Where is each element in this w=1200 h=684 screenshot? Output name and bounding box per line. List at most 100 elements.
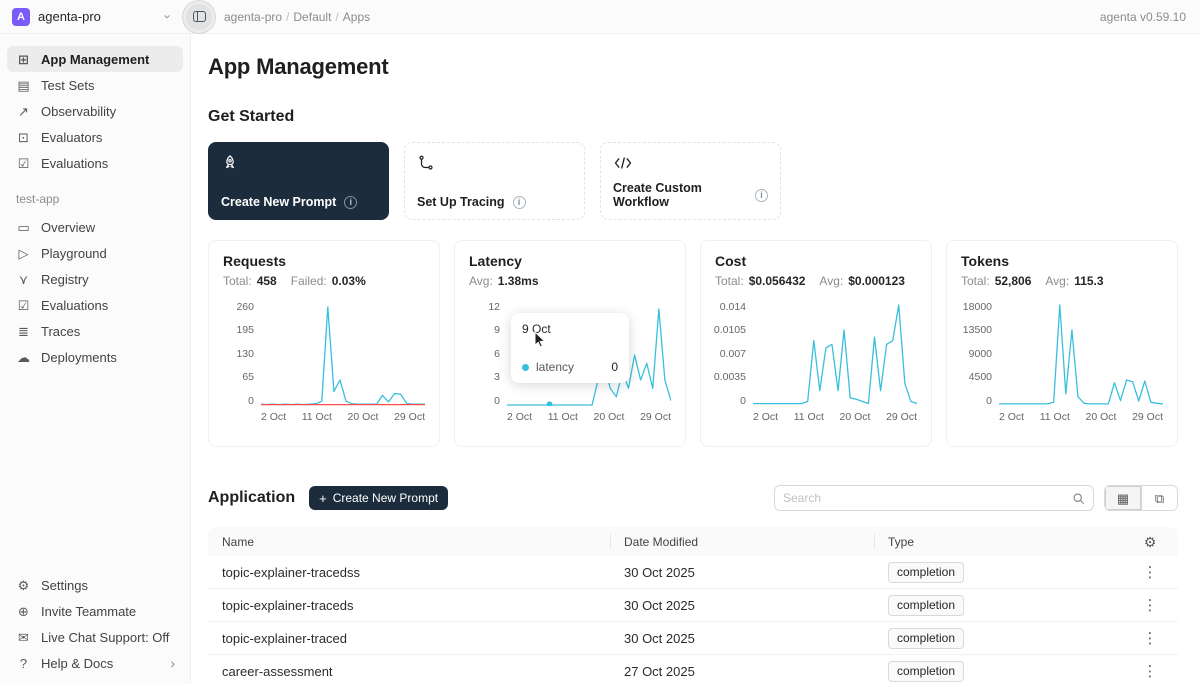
metric-card-latency: LatencyAvg:1.38ms1296302 Oct11 Oct20 Oct… bbox=[454, 240, 686, 447]
get-started-card-label-row: Create New Prompti bbox=[221, 195, 376, 209]
y-axis-labels: 1800013500900045000 bbox=[961, 302, 999, 406]
table-row[interactable]: career-assessment27 Oct 2025completion⋮ bbox=[208, 655, 1178, 684]
app-management-icon: ⊞ bbox=[15, 53, 32, 66]
row-actions-cell: ⋮ bbox=[1122, 598, 1178, 613]
stat-value: 115.3 bbox=[1074, 274, 1103, 288]
y-axis-tick: 0 bbox=[740, 396, 746, 407]
sidebar-item-label: Playground bbox=[41, 246, 107, 261]
rocket-icon bbox=[221, 153, 376, 173]
app-name: topic-explainer-tracedss bbox=[208, 565, 610, 580]
info-icon[interactable]: i bbox=[755, 189, 768, 202]
stat-label: Avg: bbox=[1045, 274, 1069, 288]
metric-title: Requests bbox=[223, 253, 425, 269]
app-name: topic-explainer-traced bbox=[208, 631, 610, 646]
metric-stats: Avg:1.38ms bbox=[469, 274, 671, 288]
stat-label: Total: bbox=[961, 274, 990, 288]
sidebar-item-label: Live Chat Support: Off bbox=[41, 630, 169, 645]
y-axis-tick: 12 bbox=[488, 302, 500, 313]
sidebar-item-playground[interactable]: ▷ Playground bbox=[7, 240, 183, 266]
sidebar-item-label: Registry bbox=[41, 272, 89, 287]
row-actions-cell: ⋮ bbox=[1122, 631, 1178, 646]
table-settings-icon[interactable]: ⚙ bbox=[1144, 535, 1157, 549]
chevron-right-icon: › bbox=[170, 656, 175, 670]
sidebar-item-label: Traces bbox=[41, 324, 80, 339]
info-icon[interactable]: i bbox=[513, 196, 526, 209]
card-view-button[interactable]: ⧉ bbox=[1141, 486, 1177, 510]
app-date-modified: 30 Oct 2025 bbox=[610, 598, 874, 613]
get-started-card-label: Set Up Tracing bbox=[417, 195, 505, 209]
sidebar-item-registry[interactable]: ⋎Registry bbox=[7, 266, 183, 292]
search-icon[interactable] bbox=[1072, 492, 1085, 505]
search-input[interactable] bbox=[783, 491, 1072, 505]
sidebar-item-evaluators[interactable]: ⊡Evaluators bbox=[7, 124, 183, 150]
y-axis-tick: 18000 bbox=[963, 302, 992, 313]
breadcrumb-item[interactable]: Apps bbox=[343, 10, 370, 24]
sidebar-item-evaluations[interactable]: ☑Evaluations bbox=[7, 292, 183, 318]
sidebar-item-label: Observability bbox=[41, 104, 116, 119]
column-header-name[interactable]: Name bbox=[208, 535, 610, 549]
sidebar-item-label: App Management bbox=[41, 52, 149, 67]
row-menu-button[interactable]: ⋮ bbox=[1137, 565, 1164, 580]
sidebar-item-live-chat-support-off[interactable]: ✉Live Chat Support: Off bbox=[7, 624, 183, 650]
get-started-card-create-custom-workflow[interactable]: Create Custom Workflowi bbox=[600, 142, 781, 220]
metric-title: Latency bbox=[469, 253, 671, 269]
sidebar-item-traces[interactable]: ≣Traces bbox=[7, 318, 183, 344]
metric-stat: Total:52,806 bbox=[961, 274, 1031, 288]
table-row[interactable]: topic-explainer-traced30 Oct 2025complet… bbox=[208, 622, 1178, 655]
test-sets-icon: ▤ bbox=[15, 79, 32, 92]
metric-title: Tokens bbox=[961, 253, 1163, 269]
table-view-button[interactable]: ▦ bbox=[1105, 486, 1141, 510]
column-header-type[interactable]: Type bbox=[874, 527, 1122, 556]
app-type-cell: completion bbox=[874, 562, 1122, 583]
chart-plot[interactable] bbox=[753, 302, 917, 406]
info-icon[interactable]: i bbox=[344, 196, 357, 209]
app-name: career-assessment bbox=[208, 664, 610, 679]
sidebar-item-invite-teammate[interactable]: ⊕ Invite Teammate bbox=[7, 598, 183, 624]
sidebar-item-label: Deployments bbox=[41, 350, 117, 365]
sidebar-item-settings[interactable]: ⚙Settings bbox=[7, 572, 183, 598]
metric-stat: Avg:$0.000123 bbox=[819, 274, 905, 288]
x-axis-tick: 29 Oct bbox=[640, 411, 671, 423]
tooltip-series-row: latency0 bbox=[522, 360, 618, 374]
y-axis-tick: 13500 bbox=[963, 325, 992, 336]
breadcrumb-item[interactable]: agenta-pro bbox=[224, 10, 282, 24]
sidebar-item-label: Invite Teammate bbox=[41, 604, 136, 619]
x-axis-labels: 2 Oct11 Oct20 Oct29 Oct bbox=[261, 411, 425, 423]
x-axis-tick: 29 Oct bbox=[886, 411, 917, 423]
row-menu-button[interactable]: ⋮ bbox=[1137, 664, 1164, 679]
chart-plot[interactable] bbox=[261, 302, 425, 406]
y-axis-tick: 0 bbox=[494, 396, 500, 407]
application-heading: Application bbox=[208, 489, 295, 507]
chart-plot[interactable] bbox=[999, 302, 1163, 406]
playground-icon: ▷ bbox=[15, 247, 32, 260]
sidebar-item-deployments[interactable]: ☁Deployments bbox=[7, 344, 183, 370]
get-started-card-set-up-tracing[interactable]: Set Up Tracing i bbox=[404, 142, 585, 220]
table-row[interactable]: topic-explainer-traceds30 Oct 2025comple… bbox=[208, 589, 1178, 622]
sidebar-item-help-docs[interactable]: ?Help & Docs› bbox=[7, 650, 183, 676]
breadcrumb-item[interactable]: Default bbox=[293, 10, 331, 24]
table-row[interactable]: topic-explainer-tracedss30 Oct 2025compl… bbox=[208, 556, 1178, 589]
row-menu-button[interactable]: ⋮ bbox=[1137, 598, 1164, 613]
invite-teammate-icon: ⊕ bbox=[15, 605, 32, 618]
metric-stat: Avg:1.38ms bbox=[469, 274, 539, 288]
get-started-card-create-new-prompt[interactable]: Create New Prompti bbox=[208, 142, 389, 220]
sidebar-item-observability[interactable]: ↗Observability bbox=[7, 98, 183, 124]
y-axis-tick: 65 bbox=[242, 372, 254, 383]
row-menu-button[interactable]: ⋮ bbox=[1137, 631, 1164, 646]
y-axis-labels: 129630 bbox=[469, 302, 507, 406]
evaluators-icon: ⊡ bbox=[15, 131, 32, 144]
sidebar-item-test-sets[interactable]: ▤Test Sets bbox=[7, 72, 183, 98]
column-header-actions: ⚙ bbox=[1122, 535, 1178, 549]
create-new-prompt-button[interactable]: + Create New Prompt bbox=[309, 486, 448, 510]
app-name: topic-explainer-traceds bbox=[208, 598, 610, 613]
sidebar-toggle-button[interactable] bbox=[193, 11, 206, 22]
sidebar-item-overview[interactable]: ▭Overview bbox=[7, 214, 183, 240]
metric-title: Cost bbox=[715, 253, 917, 269]
stat-label: Avg: bbox=[819, 274, 843, 288]
sidebar-item-evaluations[interactable]: ☑Evaluations bbox=[7, 150, 183, 176]
page-title: App Management bbox=[208, 54, 1178, 80]
app-date-modified: 27 Oct 2025 bbox=[610, 664, 874, 679]
workspace-selector[interactable]: A agenta-pro › bbox=[0, 8, 182, 26]
column-header-date-modified[interactable]: Date Modified bbox=[610, 527, 874, 556]
sidebar-item-app-management[interactable]: ⊞ App Management bbox=[7, 46, 183, 72]
